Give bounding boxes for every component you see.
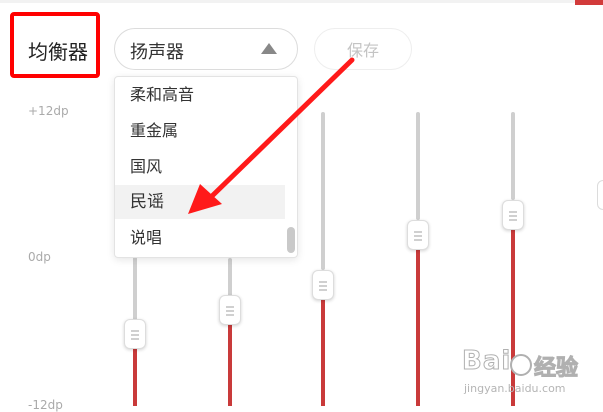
band-slider-thumb[interactable] [312,270,334,300]
scale-label-middle: 0dp [28,250,51,264]
drag-handle-icon [509,211,517,223]
preset-select[interactable]: 扬声器 [114,28,298,70]
preset-dropdown-list: 柔和高音 重金属 国风 民谣 说唱 [114,76,298,258]
save-button[interactable]: 保存 [314,28,412,70]
dropdown-option[interactable]: 说唱 [115,221,285,255]
band-track-upper[interactable] [416,112,420,220]
baidu-paw-icon [510,354,532,376]
equalizer-label: 均衡器 [28,40,88,64]
band-track-level[interactable] [321,296,325,406]
band-track-upper[interactable] [511,112,515,200]
dropdown-option[interactable]: 重金属 [115,114,285,148]
watermark-brand-tail: 经验 [533,356,579,382]
dropdown-option-highlighted[interactable]: 民谣 [115,185,285,219]
band-track-level[interactable] [416,246,420,406]
dropdown-option[interactable]: 国风 [115,150,285,184]
drag-handle-icon [414,231,422,243]
top-accent-bar [575,0,603,5]
drag-handle-icon [319,281,327,293]
band-track-upper[interactable] [228,258,232,298]
dropdown-option[interactable]: 柔和高音 [115,78,285,112]
band-slider-thumb-partial[interactable] [597,180,603,210]
band-slider-thumb[interactable] [502,200,524,230]
drag-handle-icon [131,330,139,342]
caret-up-icon[interactable] [261,43,277,54]
watermark-brand: Bai [461,346,512,377]
scale-label-bottom: -12dp [28,398,63,412]
band-slider-thumb[interactable] [407,220,429,250]
watermark-url: jingyan.baidu.com [464,382,566,395]
band-track-upper[interactable] [321,112,325,270]
band-track-level[interactable] [228,320,232,406]
preset-select-value: 扬声器 [130,42,184,63]
top-divider [0,0,603,3]
drag-handle-icon [226,306,234,318]
band-slider-thumb[interactable] [124,319,146,349]
band-slider-thumb[interactable] [219,295,241,325]
band-track-level[interactable] [133,345,137,406]
scale-label-top: +12dp [28,104,69,118]
watermark: Bai 经验 jingyan.baidu.com [461,346,602,402]
dropdown-scrollbar[interactable] [287,227,295,253]
